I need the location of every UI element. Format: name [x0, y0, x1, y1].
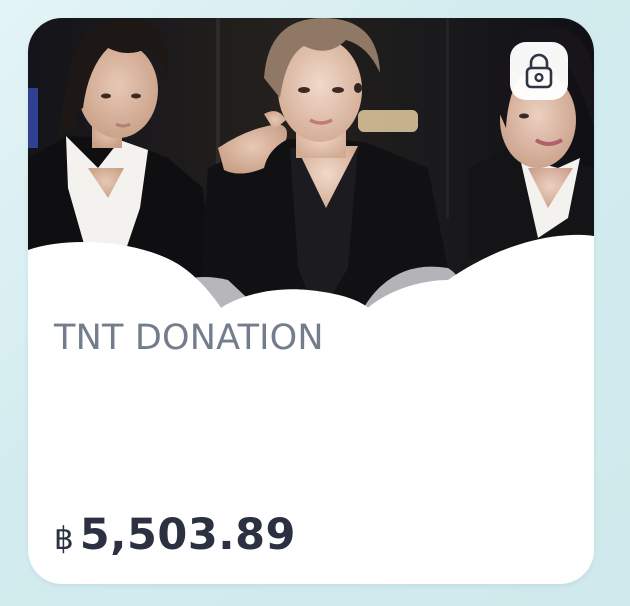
- balance-amount: 5,503.89: [79, 510, 296, 560]
- currency-symbol: ฿: [54, 521, 74, 557]
- lock-button[interactable]: [510, 42, 568, 100]
- lock-icon: [525, 53, 553, 89]
- card-title: TNT DONATION: [54, 318, 324, 358]
- donation-card[interactable]: TNT DONATION ฿ 5,503.89: [28, 18, 594, 584]
- balance: ฿ 5,503.89: [54, 510, 296, 560]
